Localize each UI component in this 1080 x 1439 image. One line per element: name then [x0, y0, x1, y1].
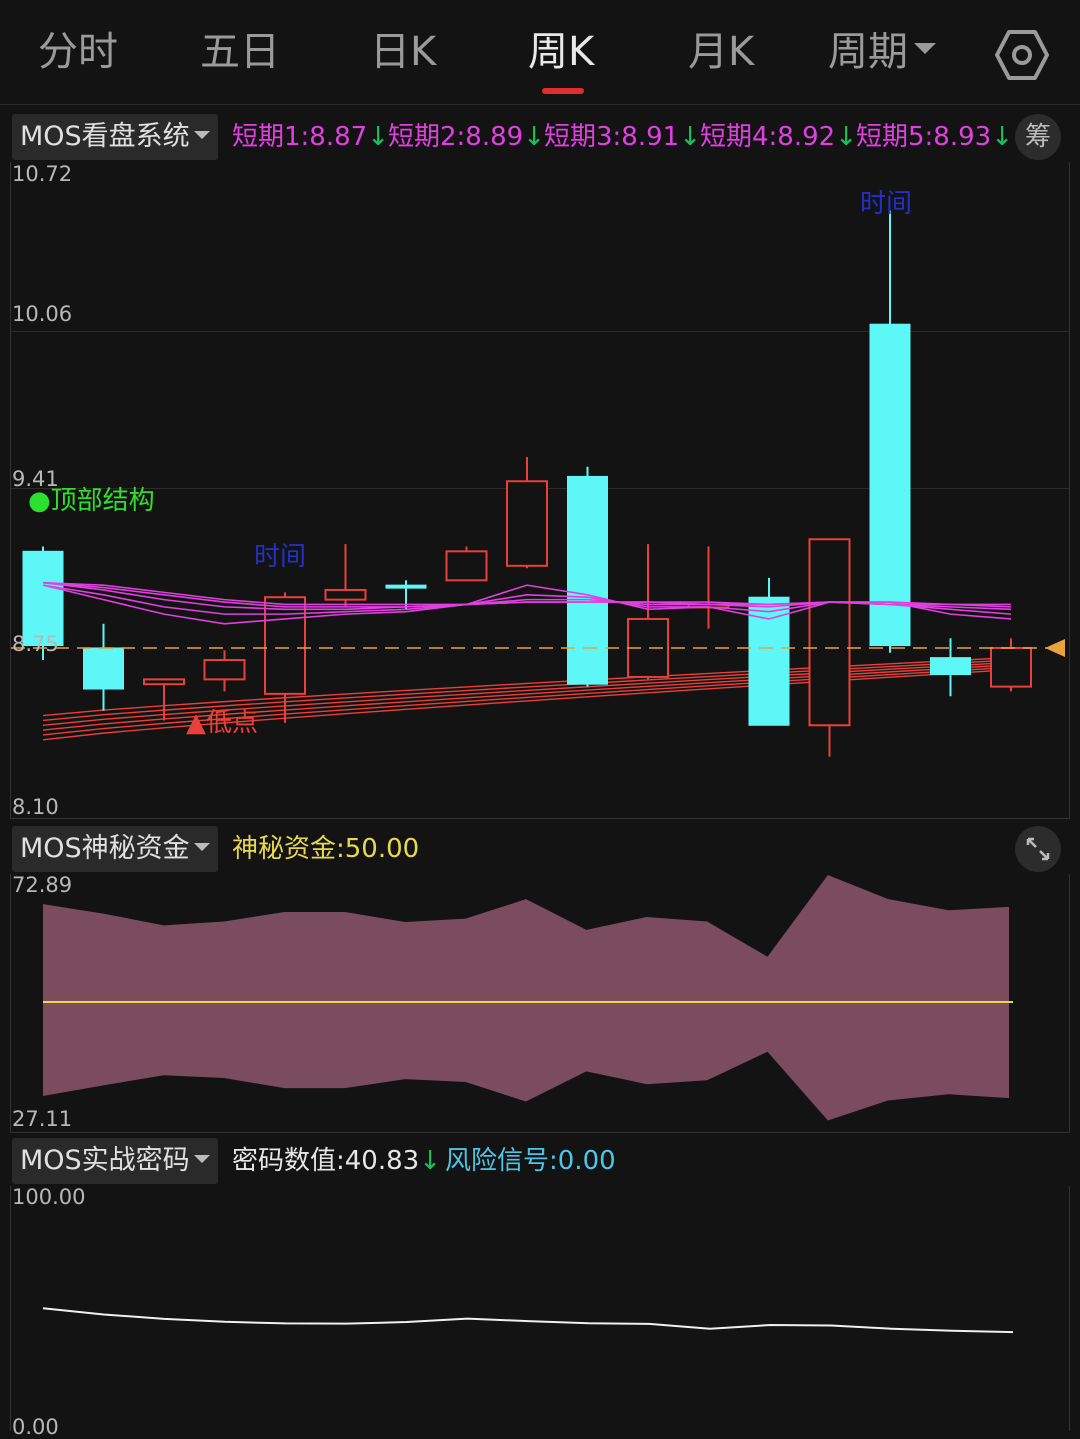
y-label-bottom: 8.10: [12, 795, 59, 819]
y-label-top: 100.00: [12, 1185, 86, 1209]
candle-body-down: [385, 584, 427, 589]
legend-ma1: 短期1:8.87↓: [232, 122, 389, 152]
chevron-down-icon: [193, 1154, 210, 1163]
legend-ma5: 短期5:8.93↓: [856, 122, 1013, 152]
chevron-down-icon: [193, 842, 210, 851]
candle-body-up: [324, 588, 367, 601]
y-label-current: 8.75: [12, 632, 59, 656]
candle-body-up: [445, 550, 488, 582]
panel2-header: MOS神秘资金 神秘资金:50.00: [0, 826, 1080, 874]
indicator-select-funds-label: MOS神秘资金: [20, 833, 190, 864]
tab-period-dropdown[interactable]: 周期: [828, 22, 936, 82]
settings-hexagon-icon[interactable]: [995, 28, 1049, 82]
candle-body-up: [264, 596, 306, 695]
time-annotation: 时间: [860, 189, 913, 219]
y-label: 10.06: [12, 302, 73, 326]
candlestick-chart-panel: [10, 162, 1070, 819]
code-value-line: [42, 1307, 1014, 1334]
combat-code-panel: [10, 1186, 1070, 1431]
mystery-funds-panel: [10, 874, 1070, 1133]
candle-body-up: [990, 646, 1032, 688]
tab-period-label: 周期: [828, 29, 908, 75]
tab-weekly-k[interactable]: 周K: [528, 22, 594, 82]
legend-code-value: 密码数值:40.83↓: [232, 1146, 441, 1176]
legend-ma4: 短期4:8.92↓: [700, 122, 857, 152]
legend-ma3: 短期3:8.91↓: [544, 122, 701, 152]
candle-body-up: [506, 480, 548, 567]
ma-line: [42, 584, 1012, 625]
chevron-down-icon: [193, 130, 210, 139]
tab-monthly-k[interactable]: 月K: [688, 22, 754, 82]
y-label-top: 72.89: [12, 873, 73, 897]
y-label-bottom: 27.11: [12, 1107, 73, 1131]
period-tab-bar: 分时 五日 日K 周K 月K 周期: [0, 0, 1080, 105]
chevron-down-icon: [914, 42, 936, 54]
indicator-select-funds[interactable]: MOS神秘资金: [12, 826, 218, 872]
indicator-select-main-label: MOS看盘系统: [20, 121, 190, 152]
combat-code-chart[interactable]: [11, 1186, 1069, 1431]
chip-distribution-button[interactable]: 筹: [1015, 114, 1061, 160]
candle-body-up: [203, 659, 246, 681]
tab-five-day[interactable]: 五日: [200, 22, 280, 82]
legend-mystery-funds: 神秘资金:50.00: [232, 834, 420, 864]
tab-daily-k[interactable]: 日K: [370, 22, 436, 82]
legend-ma2: 短期2:8.89↓: [388, 122, 545, 152]
candle-body-down: [567, 475, 608, 685]
candlestick-chart[interactable]: [11, 162, 1069, 818]
top-structure-annotation: ●顶部结构: [28, 486, 155, 516]
legend-risk-signal: 风险信号:0.00: [445, 1146, 616, 1176]
active-tab-indicator: [542, 88, 584, 94]
indicator-select-code-label: MOS实战密码: [20, 1145, 190, 1176]
candle-body-up: [143, 678, 185, 686]
panel1-header: MOS看盘系统 短期1:8.87↓ 短期2:8.89↓ 短期3:8.91↓ 短期…: [0, 114, 1080, 162]
panel3-header: MOS实战密码 密码数值:40.83↓ 风险信号:0.00: [0, 1138, 1080, 1186]
candle-body-down: [869, 323, 911, 647]
time-annotation: 时间: [254, 542, 307, 572]
expand-arrows-icon[interactable]: [1015, 826, 1061, 872]
tab-intraday[interactable]: 分时: [38, 22, 118, 82]
current-price-marker: [1045, 638, 1065, 657]
indicator-select-main[interactable]: MOS看盘系统: [12, 114, 218, 160]
low-point-annotation: ▲低点: [186, 708, 258, 738]
candle-body-up: [808, 538, 851, 727]
candle-body-down: [930, 657, 971, 676]
mystery-funds-chart[interactable]: [11, 874, 1069, 1132]
mystery-funds-area: [43, 875, 1009, 1121]
ma-line: [42, 581, 1011, 606]
expand-arrows-icon: [1026, 837, 1050, 861]
y-label-bottom: 0.00: [12, 1415, 59, 1439]
indicator-select-code[interactable]: MOS实战密码: [12, 1138, 218, 1184]
y-label-top: 10.72: [12, 162, 73, 186]
candle-body-down: [83, 647, 124, 690]
